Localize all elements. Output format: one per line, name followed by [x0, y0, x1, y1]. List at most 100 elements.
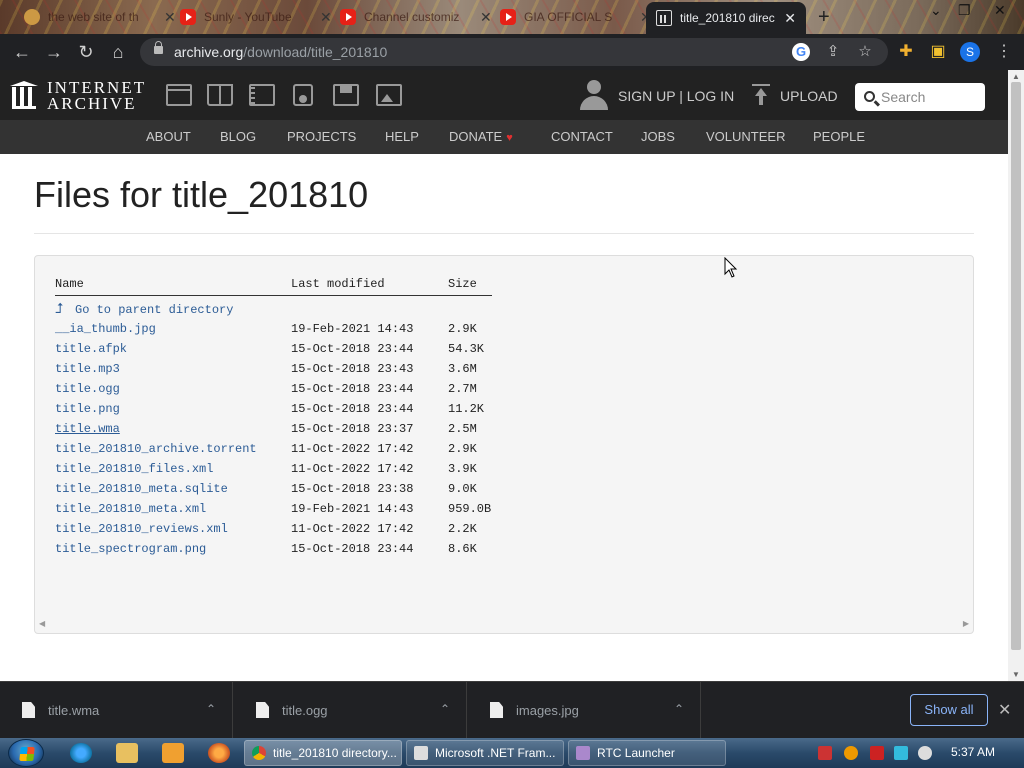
nav-projects[interactable]: PROJECTS — [287, 129, 356, 144]
tab-sunly-youtube[interactable]: Sunly - YouTube ✕ — [170, 4, 342, 30]
search-input[interactable] — [881, 87, 979, 107]
start-button[interactable] — [8, 739, 44, 767]
images-icon[interactable] — [376, 84, 402, 106]
file-link[interactable]: title.ogg — [55, 382, 120, 396]
side-panel-icon[interactable]: ▣ — [928, 42, 948, 62]
upload-link[interactable]: UPLOAD — [780, 88, 838, 104]
file-row[interactable]: title_201810_meta.sqlite 15-Oct-2018 23:3… — [35, 482, 635, 502]
file-row[interactable]: title.afpk 15-Oct-2018 23:44 54.3K — [35, 342, 635, 362]
share-icon[interactable]: ⇪ — [824, 43, 842, 61]
tray-volume-icon[interactable] — [918, 746, 932, 760]
google-icon[interactable]: G — [792, 43, 810, 61]
extensions-icon[interactable]: ✚ — [896, 42, 916, 62]
scroll-down-icon[interactable]: ▼ — [1012, 670, 1020, 679]
file-link[interactable]: title.afpk — [55, 342, 127, 356]
file-link[interactable]: title.wma — [55, 422, 120, 436]
parent-directory-link[interactable]: ⮥ Go to parent directory — [55, 302, 233, 318]
file-link[interactable]: title_201810_reviews.xml — [55, 522, 228, 536]
url-text[interactable]: archive.org/download/title_201810 — [174, 44, 387, 60]
scroll-left-icon[interactable]: ◀ — [39, 619, 45, 628]
film-icon[interactable] — [249, 84, 275, 106]
chevron-down-icon[interactable]: ⌄ — [930, 2, 942, 19]
software-floppy-icon[interactable] — [333, 84, 359, 106]
horizontal-scrollbar[interactable]: ◀ ▶ — [39, 619, 969, 629]
file-link[interactable]: __ia_thumb.jpg — [55, 322, 156, 336]
file-row[interactable]: title.wma 15-Oct-2018 23:37 2.5M — [35, 422, 635, 442]
file-row[interactable]: title.png 15-Oct-2018 23:44 11.2K — [35, 402, 635, 422]
file-row[interactable]: title_201810_meta.xml 19-Feb-2021 14:43 95… — [35, 502, 635, 522]
reload-icon[interactable]: ↻ — [74, 40, 98, 64]
search-icon[interactable] — [864, 91, 875, 102]
paint-icon[interactable] — [208, 743, 230, 763]
download-item[interactable]: images.jpg ⌃ — [468, 682, 701, 739]
menu-kebab-icon[interactable]: ⋮ — [994, 42, 1014, 62]
close-tab-icon[interactable]: ✕ — [784, 10, 796, 27]
file-link[interactable]: title_201810_meta.sqlite — [55, 482, 228, 496]
nav-about[interactable]: ABOUT — [146, 129, 191, 144]
tray-app-icon[interactable] — [818, 746, 832, 760]
scrollbar-thumb[interactable] — [1011, 82, 1021, 650]
file-row[interactable]: __ia_thumb.jpg 19-Feb-2021 14:43 2.9K — [35, 322, 635, 342]
taskbar-dotnet-window[interactable]: Microsoft .NET Fram... — [406, 740, 564, 766]
file-row[interactable]: title_201810_reviews.xml 11-Oct-2022 17:4… — [35, 522, 635, 542]
audio-speaker-icon[interactable] — [293, 84, 313, 106]
nav-contact[interactable]: CONTACT — [551, 129, 613, 144]
file-link[interactable]: title.png — [55, 402, 120, 416]
download-item[interactable]: title.ogg ⌃ — [234, 682, 467, 739]
tray-network-icon[interactable] — [894, 746, 908, 760]
nav-jobs[interactable]: JOBS — [641, 129, 675, 144]
file-link[interactable]: title.mp3 — [55, 362, 120, 376]
tab-channel-customization[interactable]: Channel customiz ✕ — [330, 4, 502, 30]
file-link[interactable]: title_201810_archive.torrent — [55, 442, 257, 456]
download-item[interactable]: title.wma ⌃ — [0, 682, 233, 739]
tab-gia-official[interactable]: GIA OFFICIAL S ✕ — [490, 4, 662, 30]
close-window-icon[interactable]: ✕ — [994, 2, 1006, 19]
file-link[interactable]: title_201810_meta.xml — [55, 502, 206, 516]
profile-avatar[interactable]: S — [960, 42, 980, 62]
chevron-up-icon[interactable]: ⌃ — [674, 702, 684, 716]
nav-blog[interactable]: BLOG — [220, 129, 256, 144]
file-row[interactable]: title_201810_archive.torrent 11-Oct-2022 … — [35, 442, 635, 462]
signup-login-link[interactable]: SIGN UP | LOG IN — [618, 88, 734, 104]
taskbar-rtc-launcher[interactable]: RTC Launcher — [568, 740, 726, 766]
file-explorer-icon[interactable] — [116, 743, 138, 763]
file-row[interactable]: title_201810_files.xml 11-Oct-2022 17:42 3… — [35, 462, 635, 482]
tray-search-icon[interactable] — [844, 746, 858, 760]
tray-flag-icon[interactable] — [870, 746, 884, 760]
scroll-right-icon[interactable]: ▶ — [963, 619, 969, 628]
close-icon[interactable]: ✕ — [998, 700, 1011, 720]
internet-explorer-icon[interactable] — [70, 743, 92, 763]
media-player-icon[interactable] — [162, 743, 184, 763]
address-bar[interactable]: archive.org/download/title_201810 G ⇪ ☆ — [140, 38, 888, 66]
chevron-up-icon[interactable]: ⌃ — [440, 702, 450, 716]
parent-directory-row[interactable]: ⮥ Go to parent directory — [35, 302, 635, 322]
show-all-button[interactable]: Show all — [910, 694, 988, 726]
tab-archive-active[interactable]: title_201810 direc ✕ — [646, 2, 806, 34]
texts-book-icon[interactable] — [207, 84, 233, 106]
tab-web-site[interactable]: the web site of th ✕ — [14, 4, 186, 30]
nav-help[interactable]: HELP — [385, 129, 419, 144]
file-link[interactable]: title_201810_files.xml — [55, 462, 213, 476]
file-link[interactable]: title_spectrogram.png — [55, 542, 206, 556]
video-icon[interactable] — [166, 84, 192, 106]
file-row[interactable]: title.ogg 15-Oct-2018 23:44 2.7M — [35, 382, 635, 402]
forward-icon[interactable]: → — [42, 40, 66, 64]
restore-window-icon[interactable]: ❐ — [958, 2, 971, 19]
file-row[interactable]: title_spectrogram.png 15-Oct-2018 23:44 8.… — [35, 542, 635, 562]
vertical-scrollbar[interactable]: ▲ ▼ — [1008, 70, 1024, 681]
column-header-modified[interactable]: Last modified — [291, 277, 385, 291]
ia-logo-text[interactable]: INTERNET ARCHIVE — [47, 79, 146, 112]
new-tab-icon[interactable]: + — [818, 6, 830, 29]
user-icon[interactable] — [580, 80, 608, 110]
lock-icon[interactable] — [154, 41, 163, 54]
taskbar-chrome-window[interactable]: title_201810 directory... — [244, 740, 402, 766]
file-row[interactable]: title.mp3 15-Oct-2018 23:43 3.6M — [35, 362, 635, 382]
bookmark-star-icon[interactable]: ☆ — [856, 43, 874, 61]
system-clock[interactable]: 5:37 AM — [951, 745, 995, 759]
home-icon[interactable]: ⌂ — [106, 40, 130, 64]
nav-people[interactable]: PEOPLE — [813, 129, 865, 144]
nav-volunteer[interactable]: VOLUNTEER — [706, 129, 785, 144]
search-box[interactable] — [855, 83, 985, 111]
nav-donate[interactable]: DONATE ♥ — [449, 129, 513, 144]
upload-icon[interactable] — [752, 84, 770, 106]
